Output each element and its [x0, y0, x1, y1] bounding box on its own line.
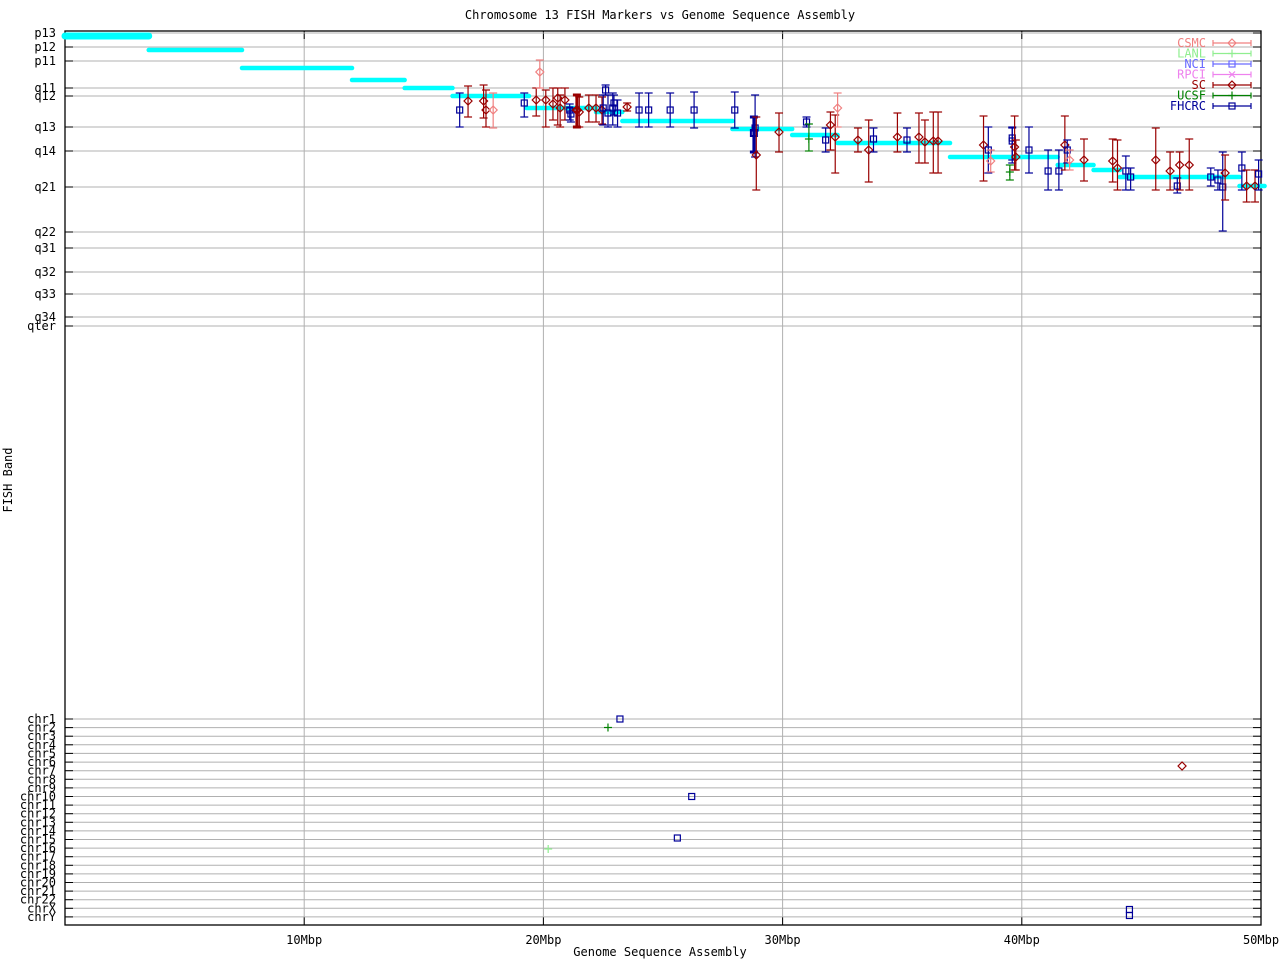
errorbar-point-sc	[1109, 139, 1117, 182]
errorbar-point-sc	[865, 120, 873, 182]
x-tick-label: 40Mbp	[1004, 933, 1040, 947]
x-tick-label: 20Mbp	[525, 933, 561, 947]
band-tick-label: p13	[34, 26, 56, 40]
plus-marker	[604, 724, 612, 732]
plus-marker	[1228, 92, 1236, 100]
errorbar-point-fhcrc	[609, 93, 617, 125]
errorbar-point-sc	[934, 112, 942, 173]
band-tick-label: q21	[34, 180, 56, 194]
band-tick-label: q32	[34, 265, 56, 279]
plus-marker	[1006, 168, 1014, 176]
legend-item-rpci: RPCI	[1177, 68, 1251, 82]
errorbar-point-sc	[775, 113, 783, 152]
errorbar-point-sc	[921, 120, 929, 163]
gnuplot-chart-screen: 10Mbp20Mbp30Mbp40Mbp50Mbpp13p12p11q11q12…	[0, 0, 1280, 960]
errorbar-point-sc	[893, 113, 901, 152]
errorbar-point-fhcrc	[822, 128, 830, 152]
errorbar-point-fhcrc	[1025, 127, 1033, 173]
band-tick-label: q31	[34, 241, 56, 255]
errorbar-point-ucsf	[604, 724, 612, 732]
band-tick-label: p12	[34, 40, 56, 54]
errorbar-point-sc	[1185, 139, 1193, 190]
x-tick-label: 30Mbp	[765, 933, 801, 947]
band-tick-label: q12	[34, 89, 56, 103]
errorbar-point-sc	[549, 88, 557, 120]
x-tick-label: 50Mbp	[1243, 933, 1279, 947]
errorbar-point-fhcrc	[674, 835, 680, 841]
errorbar-point-fhcrc	[602, 85, 610, 95]
errorbar-point-ucsf	[1006, 165, 1014, 180]
errorbar-point-sc	[980, 116, 988, 181]
errorbar-point-sc	[532, 88, 540, 116]
plus-marker	[1228, 50, 1236, 58]
errorbar-point-sc	[826, 112, 834, 150]
errorbar-point-sc	[1080, 139, 1088, 181]
band-tick-label: q14	[34, 144, 56, 158]
errorbar-point-lanl	[544, 845, 552, 853]
plot-render-layer: 10Mbp20Mbp30Mbp40Mbp50Mbpp13p12p11q11q12…	[20, 26, 1279, 947]
fish-markers-chart: 10Mbp20Mbp30Mbp40Mbp50Mbpp13p12p11q11q12…	[0, 0, 1280, 960]
band-tick-label: q33	[34, 287, 56, 301]
errorbar-point-csmc	[536, 60, 544, 88]
errorbar-point-fhcrc	[1207, 168, 1215, 186]
diamond-marker	[1178, 762, 1186, 770]
errorbar-point-sc	[1152, 128, 1160, 190]
legend-item-fhcrc: FHCRC	[1170, 99, 1251, 113]
square-marker	[1126, 907, 1132, 913]
chart-title: Chromosome 13 FISH Markers vs Genome Seq…	[465, 8, 855, 22]
errorbar-point-fhcrc	[1126, 913, 1132, 919]
errorbar-point-fhcrc	[903, 128, 911, 152]
errorbar-point-ucsf	[805, 124, 813, 151]
band-tick-label: q22	[34, 225, 56, 239]
plus-marker	[544, 845, 552, 853]
errorbar-point-sc	[585, 95, 593, 122]
errorbar-point-fhcrc	[1126, 907, 1132, 913]
band-tick-label: p11	[34, 54, 56, 68]
errorbar-point-sc	[464, 86, 472, 117]
errorbar-point-fhcrc	[1122, 156, 1130, 190]
errorbar-point-sc	[1178, 762, 1186, 770]
chr-tick-label: chrY	[27, 910, 57, 924]
y-axis-title: FISH Band	[1, 447, 15, 512]
errorbar-point-fhcrc	[751, 95, 759, 157]
errorbar-point-fhcrc	[614, 100, 622, 127]
legend-label: FHCRC	[1170, 99, 1206, 113]
errorbar-point-sc	[1166, 152, 1174, 190]
band-tick-label: qter	[27, 319, 56, 333]
errorbar-point-sc	[854, 128, 862, 152]
square-marker	[1126, 913, 1132, 919]
band-tick-label: q13	[34, 120, 56, 134]
errorbar-point-sc	[623, 103, 631, 111]
square-marker	[674, 835, 680, 841]
x-tick-label: 10Mbp	[286, 933, 322, 947]
x-axis-title: Genome Sequence Assembly	[573, 945, 746, 959]
